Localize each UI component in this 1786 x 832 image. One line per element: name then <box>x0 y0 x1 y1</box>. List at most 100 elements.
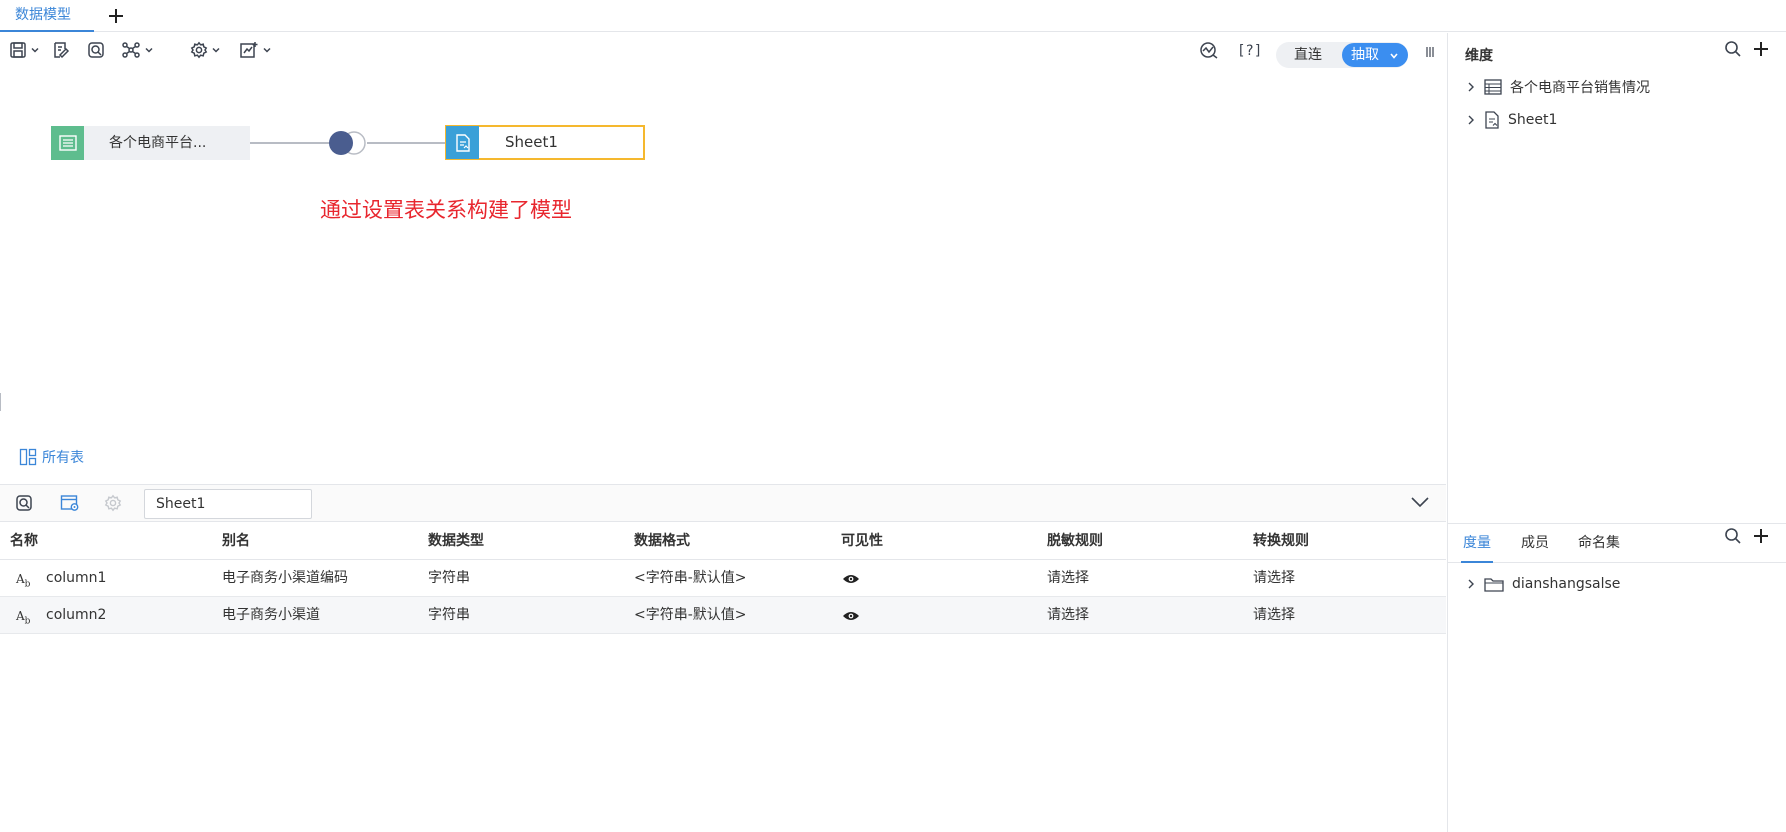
dimension-add-button[interactable] <box>1752 40 1770 58</box>
measure-add-button[interactable] <box>1752 527 1770 545</box>
plus-icon <box>109 9 123 23</box>
column-header[interactable]: 数据类型 <box>428 522 484 560</box>
column-header[interactable]: 名称 <box>10 522 38 560</box>
eye-icon[interactable] <box>842 573 860 585</box>
convert-rule-select[interactable]: 请选择 <box>1253 597 1295 634</box>
column-header[interactable]: 脱敏规则 <box>1047 522 1103 560</box>
add-tab-button[interactable] <box>103 4 129 28</box>
chevron-right-icon <box>1468 579 1474 589</box>
field-name: column1 <box>46 570 107 586</box>
measure-search-button[interactable] <box>1724 527 1742 545</box>
preview-button[interactable] <box>87 41 105 59</box>
table-icon <box>51 126 84 160</box>
search-icon <box>1725 41 1741 57</box>
table-node-sheet1[interactable]: Sheet1 <box>445 125 645 160</box>
chart-icon <box>240 42 258 58</box>
mask-rule-select[interactable]: 请选择 <box>1047 560 1089 597</box>
relation-button[interactable] <box>121 41 154 59</box>
plus-icon <box>1754 42 1768 56</box>
dimension-item[interactable]: Sheet1 <box>1467 106 1557 134</box>
layout-icon <box>19 448 37 466</box>
chevron-right-icon <box>1468 82 1474 92</box>
field-preview-button[interactable] <box>15 494 33 512</box>
sheet-icon <box>446 126 479 159</box>
canvas-resize-handle[interactable] <box>0 393 1 411</box>
convert-rule-select[interactable]: 请选择 <box>1253 560 1295 597</box>
save-button[interactable] <box>9 41 40 59</box>
field-edit-button[interactable] <box>60 494 80 512</box>
table-header: 名称 别名 数据类型 数据格式 可见性 脱敏规则 转换规则 <box>0 522 1446 560</box>
model-canvas[interactable]: 各个电商平台... Sheet1 通过设置表关系构建了模型 所有表 <box>0 70 1446 466</box>
mode-extract-label: 抽取 <box>1351 47 1379 63</box>
annotation-text: 通过设置表关系构建了模型 <box>320 198 572 222</box>
monitor-button[interactable] <box>1199 41 1219 59</box>
dimension-search-button[interactable] <box>1724 40 1742 58</box>
table-icon <box>1484 79 1502 95</box>
table-node-label: Sheet1 <box>505 133 558 151</box>
gear-icon <box>104 494 122 512</box>
table-row[interactable]: Ab column1 电子商务小渠道编码 字符串 <字符串-默认值> 请选择 请… <box>0 560 1446 597</box>
table-node-label: 各个电商平台... <box>109 135 207 151</box>
string-type-icon: Ab <box>16 609 31 627</box>
edit-sql-button[interactable] <box>52 41 70 59</box>
column-header[interactable]: 可见性 <box>841 522 883 560</box>
field-format[interactable]: <字符串-默认值> <box>634 560 747 597</box>
chevron-right-icon <box>1468 115 1474 125</box>
field-alias[interactable]: 电子商务小渠道编码 <box>222 560 348 597</box>
mode-direct-button[interactable]: 直连 <box>1276 42 1340 68</box>
chevron-down-icon <box>1390 53 1398 59</box>
connection-mode-toggle: 直连 抽取 <box>1276 42 1408 68</box>
chevron-down-icon <box>145 47 153 53</box>
settings-button[interactable] <box>190 41 221 59</box>
monitor-icon <box>1200 42 1218 59</box>
column-header[interactable]: 别名 <box>222 522 250 560</box>
field-format[interactable]: <字符串-默认值> <box>634 597 747 634</box>
table-row[interactable]: Ab column2 电子商务小渠道 字符串 <字符串-默认值> 请选择 请选择 <box>0 597 1446 634</box>
toolbar: [?] 直连 抽取 <box>0 33 1446 69</box>
relation-line <box>367 142 446 144</box>
chevron-down-icon <box>212 47 220 53</box>
relation-line <box>250 142 330 144</box>
chart-button[interactable] <box>239 41 272 59</box>
table-settings-icon <box>60 495 79 511</box>
gear-icon <box>190 41 208 59</box>
plus-icon <box>1754 529 1768 543</box>
tab-named-set[interactable]: 命名集 <box>1578 523 1620 563</box>
edit-icon <box>54 42 70 59</box>
string-type-icon: Ab <box>16 572 31 590</box>
field-settings-button[interactable] <box>104 494 122 512</box>
tab-member[interactable]: 成员 <box>1521 523 1549 563</box>
folder-icon <box>1484 578 1504 592</box>
join-icon[interactable] <box>327 130 369 156</box>
field-alias[interactable]: 电子商务小渠道 <box>222 597 320 634</box>
table-name-field[interactable]: Sheet1 <box>144 489 312 519</box>
dimension-label: 各个电商平台销售情况 <box>1510 80 1650 96</box>
column-header[interactable]: 转换规则 <box>1253 522 1309 560</box>
help-button[interactable]: [?] <box>1237 43 1262 59</box>
tab-measure[interactable]: 度量 <box>1461 523 1493 563</box>
table-node-ecommerce[interactable]: 各个电商平台... <box>51 126 250 160</box>
dimension-item[interactable]: 各个电商平台销售情况 <box>1467 73 1650 101</box>
field-type[interactable]: 字符串 <box>428 597 470 634</box>
save-icon <box>10 42 26 58</box>
all-tables-link[interactable]: 所有表 <box>19 447 84 467</box>
tab-bar: 数据模型 <box>0 0 1786 32</box>
chevron-down-icon <box>263 47 271 53</box>
mask-rule-select[interactable]: 请选择 <box>1047 597 1089 634</box>
field-type[interactable]: 字符串 <box>428 560 470 597</box>
chevron-down-icon <box>1411 497 1429 508</box>
eye-icon[interactable] <box>842 610 860 622</box>
dimension-label: Sheet1 <box>1508 112 1558 128</box>
mode-extract-button[interactable]: 抽取 <box>1342 43 1408 67</box>
collapse-button[interactable] <box>1410 495 1430 509</box>
search-icon <box>1725 528 1741 544</box>
measure-item[interactable]: dianshangsalse <box>1467 570 1620 598</box>
field-toolbar: Sheet1 <box>0 484 1446 522</box>
all-tables-label: 所有表 <box>42 450 84 466</box>
column-header[interactable]: 数据格式 <box>634 522 690 560</box>
tab-data-model[interactable]: 数据模型 <box>0 0 94 32</box>
columns-button[interactable] <box>1425 46 1435 58</box>
sheet-icon <box>1485 111 1499 129</box>
right-panel: 维度 各个电商平台销售情况 Sheet1 度量 成员 命名集 dianshang… <box>1447 33 1786 832</box>
columns-icon <box>1426 47 1434 57</box>
